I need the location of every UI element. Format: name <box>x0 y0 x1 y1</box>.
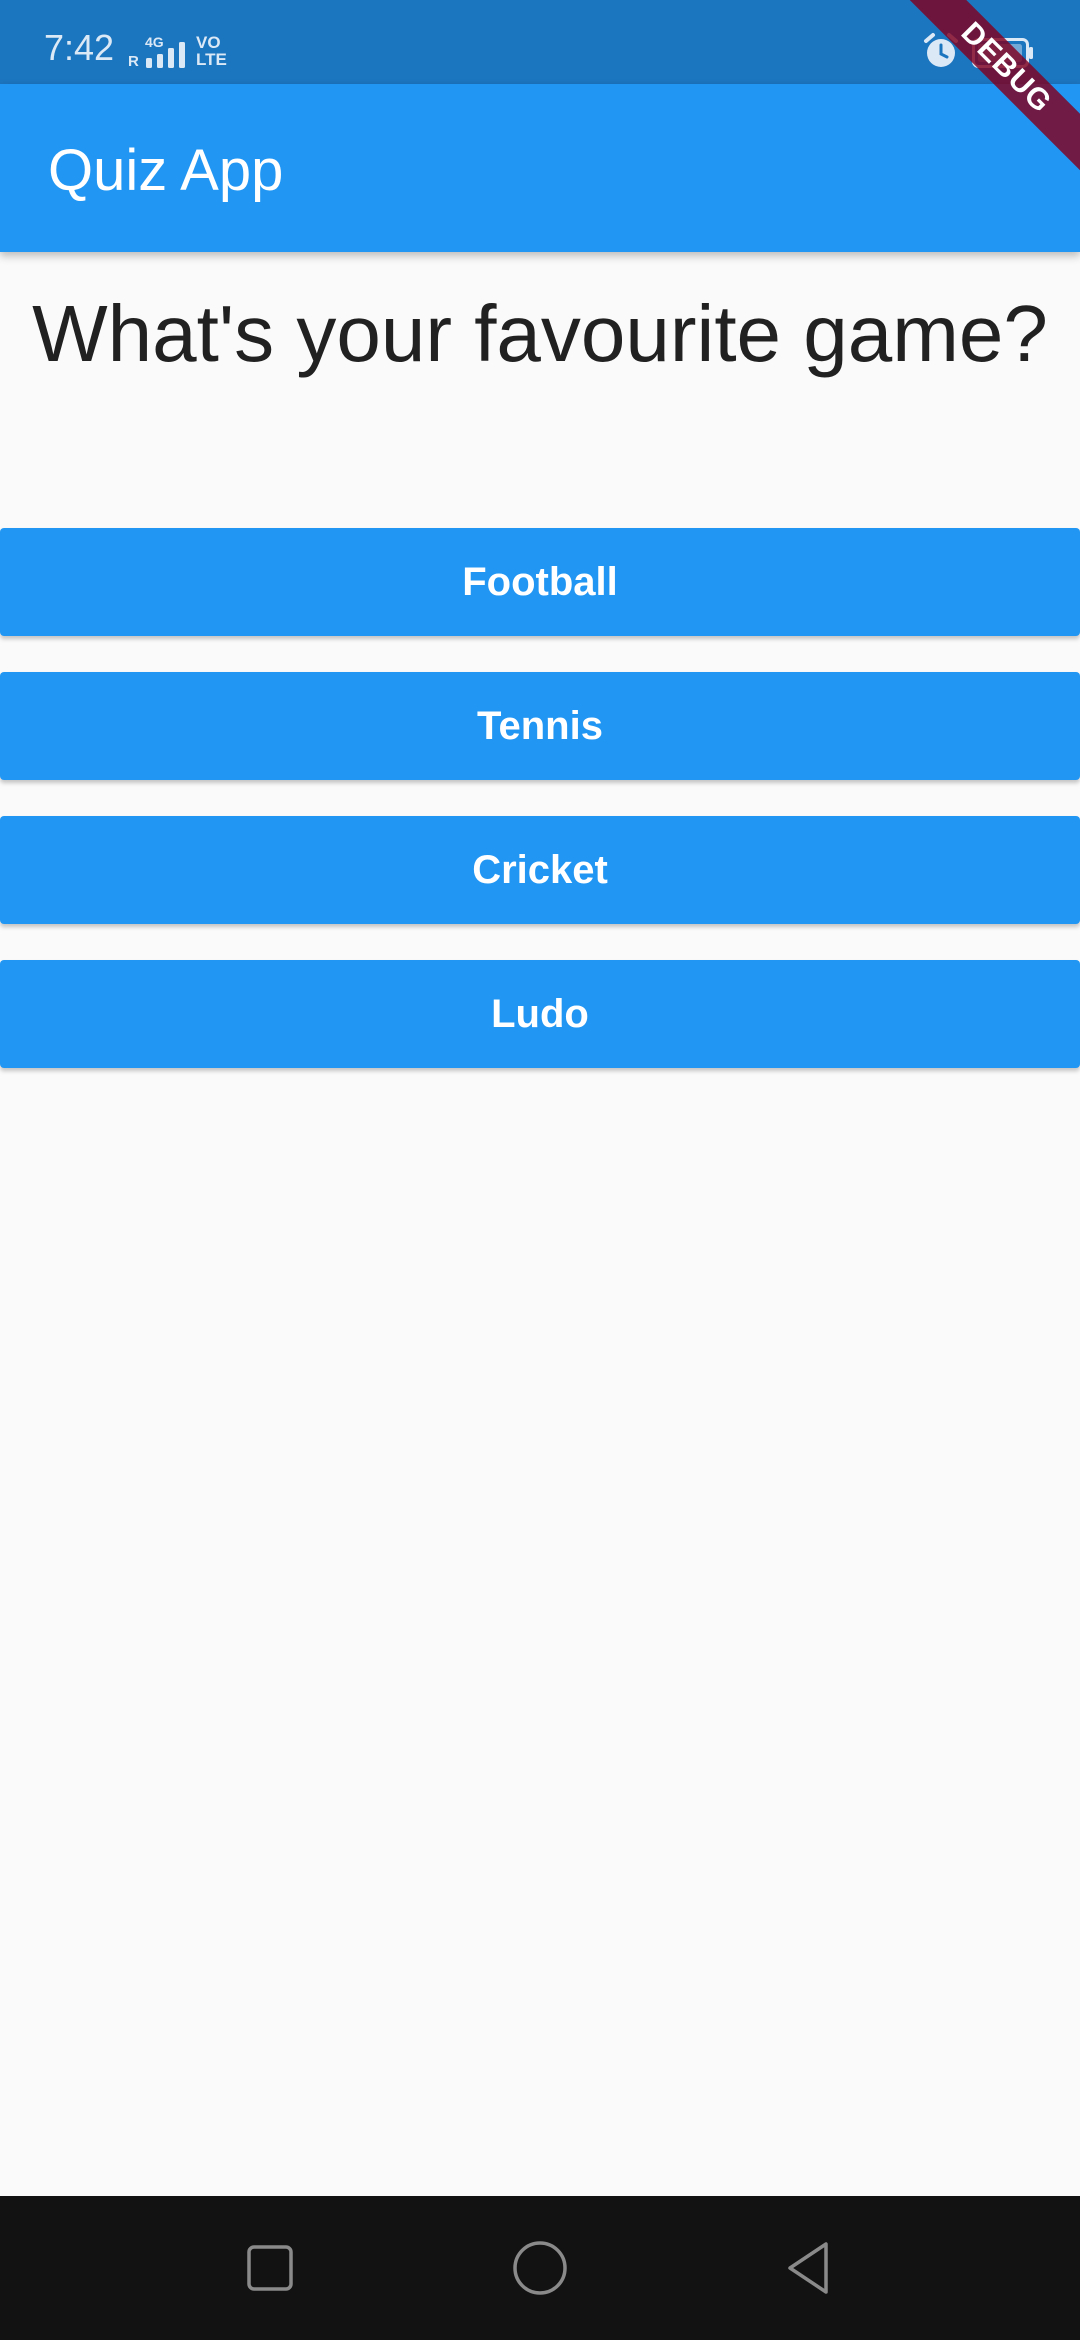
signal-icon: 4G R <box>128 34 188 72</box>
answer-button-cricket[interactable]: Cricket <box>0 816 1080 924</box>
app-screen: 7:42 4G R VO LTE DEBUG Quiz App What's y… <box>0 0 1080 2340</box>
alarm-icon <box>924 33 958 67</box>
answer-button-football[interactable]: Football <box>0 528 1080 636</box>
app-title: Quiz App <box>48 138 284 203</box>
back-icon[interactable] <box>774 2232 846 2304</box>
question-text: What's your favourite game? <box>32 289 1048 378</box>
home-icon[interactable] <box>504 2232 576 2304</box>
app-bar: Quiz App <box>0 84 1080 252</box>
recents-icon[interactable] <box>234 2232 306 2304</box>
status-time: 7:42 <box>44 27 115 68</box>
roaming-label: R <box>128 53 139 70</box>
signal-bars-icon <box>146 42 185 68</box>
status-bar: 7:42 4G R VO LTE <box>0 0 1080 84</box>
battery-icon <box>972 38 1033 68</box>
volte-top-label: VO <box>196 33 221 52</box>
answer-button-ludo[interactable]: Ludo <box>0 960 1080 1068</box>
answer-button-tennis[interactable]: Tennis <box>0 672 1080 780</box>
navigation-bar <box>0 2196 1080 2340</box>
volte-bottom-label: LTE <box>196 50 227 69</box>
volte-icon: VO LTE <box>196 34 227 68</box>
